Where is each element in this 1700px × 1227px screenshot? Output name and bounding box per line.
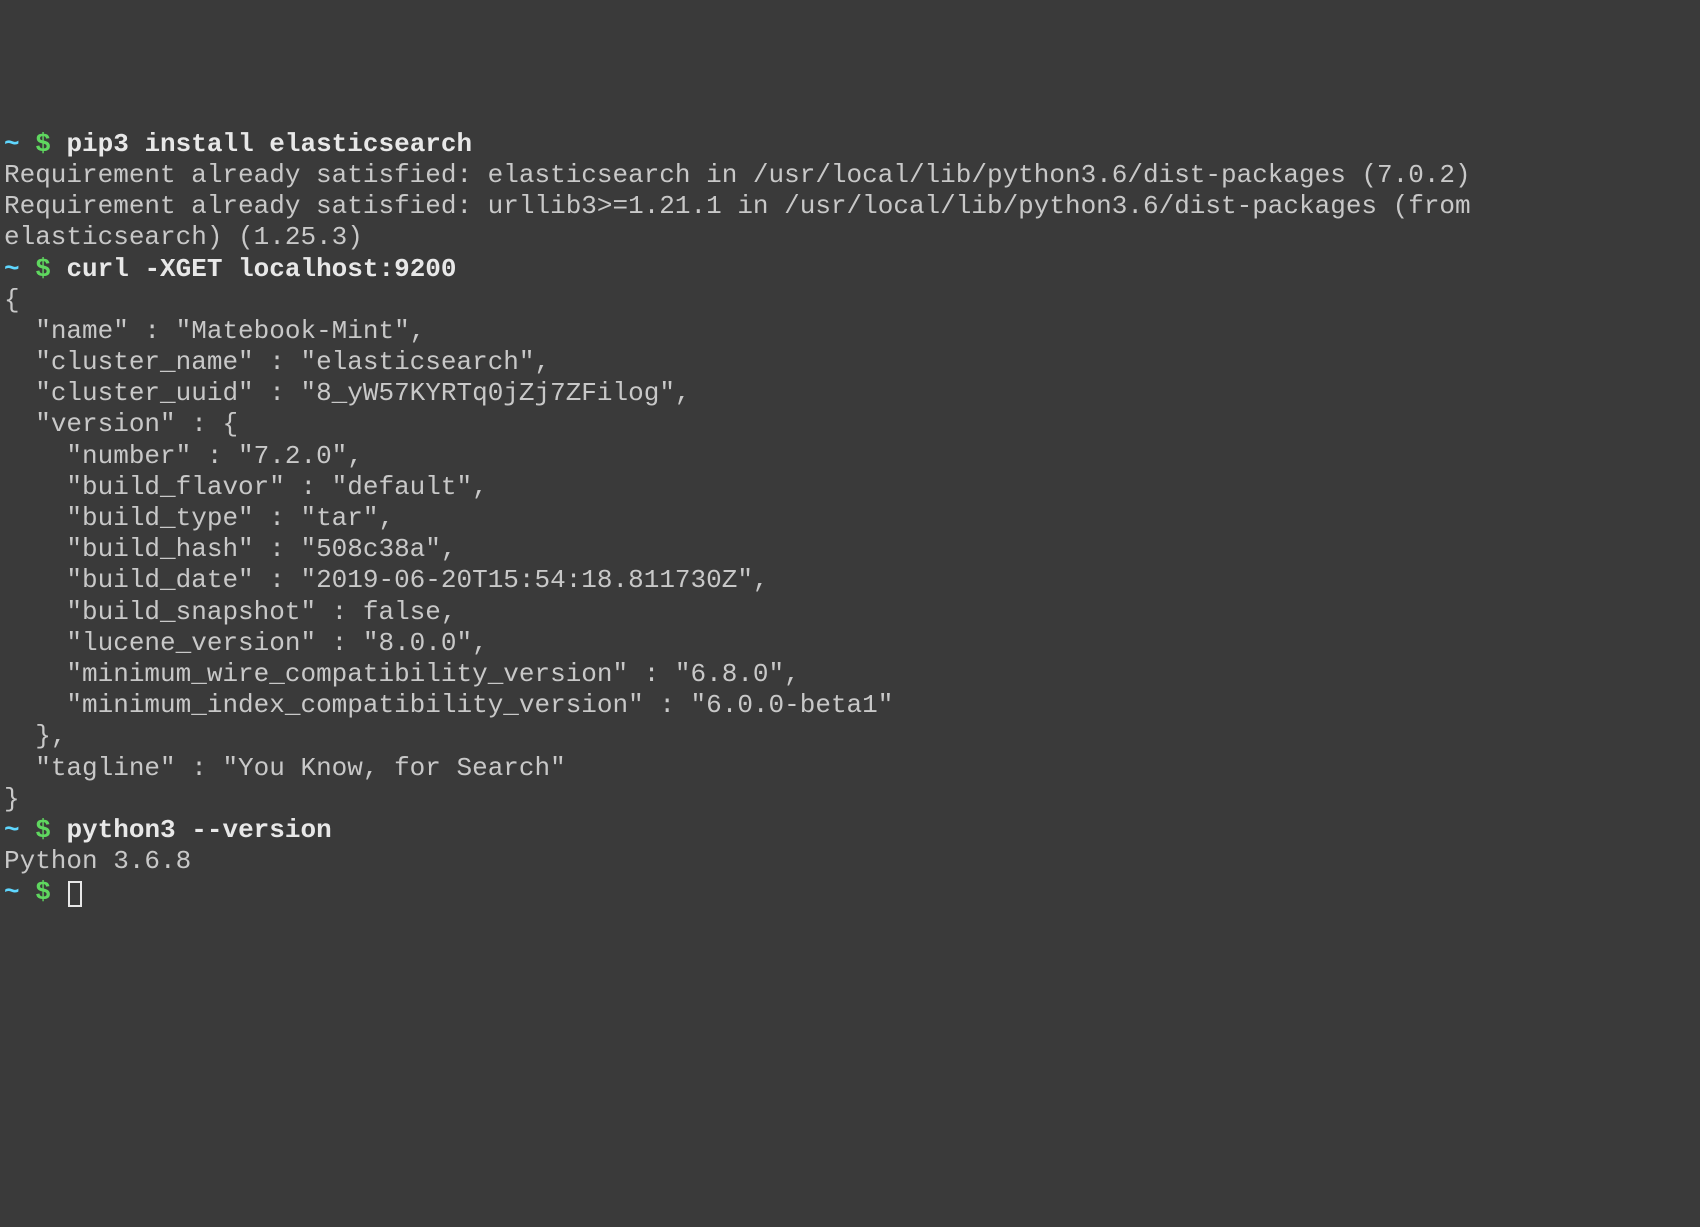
- cursor-icon[interactable]: [68, 881, 82, 907]
- prompt-dollar: $: [35, 254, 51, 284]
- prompt-tilde: ~: [4, 815, 20, 845]
- curl-json-min-wire: "minimum_wire_compatibility_version" : "…: [4, 659, 1696, 690]
- output-pip-line1: Requirement already satisfied: elasticse…: [4, 160, 1696, 191]
- curl-json-build-flavor: "build_flavor" : "default",: [4, 472, 1696, 503]
- prompt-dollar: $: [35, 877, 51, 907]
- curl-json-lucene-version: "lucene_version" : "8.0.0",: [4, 628, 1696, 659]
- curl-json-build-date: "build_date" : "2019-06-20T15:54:18.8117…: [4, 565, 1696, 596]
- command-python-version: python3 --version: [66, 815, 331, 845]
- curl-json-version-open: "version" : {: [4, 409, 1696, 440]
- prompt-tilde: ~: [4, 877, 20, 907]
- prompt-tilde: ~: [4, 129, 20, 159]
- curl-json-close: }: [4, 784, 1696, 815]
- output-python-version: Python 3.6.8: [4, 846, 1696, 877]
- curl-json-version-close: },: [4, 721, 1696, 752]
- command-pip-install: pip3 install elasticsearch: [66, 129, 472, 159]
- prompt-dollar: $: [35, 129, 51, 159]
- output-pip-line2: Requirement already satisfied: urllib3>=…: [4, 191, 1696, 253]
- prompt-dollar: $: [35, 815, 51, 845]
- curl-json-min-index: "minimum_index_compatibility_version" : …: [4, 690, 1696, 721]
- curl-json-build-hash: "build_hash" : "508c38a",: [4, 534, 1696, 565]
- prompt-tilde: ~: [4, 254, 20, 284]
- curl-json-number: "number" : "7.2.0",: [4, 441, 1696, 472]
- curl-json-open: {: [4, 285, 1696, 316]
- curl-json-build-snapshot: "build_snapshot" : false,: [4, 597, 1696, 628]
- curl-json-tagline: "tagline" : "You Know, for Search": [4, 753, 1696, 784]
- curl-json-cluster-uuid: "cluster_uuid" : "8_yW57KYRTq0jZj7ZFilog…: [4, 378, 1696, 409]
- curl-json-name: "name" : "Matebook-Mint",: [4, 316, 1696, 347]
- command-curl: curl -XGET localhost:9200: [66, 254, 456, 284]
- curl-json-cluster-name: "cluster_name" : "elasticsearch",: [4, 347, 1696, 378]
- terminal-window[interactable]: ~ $ pip3 install elasticsearchRequiremen…: [4, 129, 1696, 909]
- curl-json-build-type: "build_type" : "tar",: [4, 503, 1696, 534]
